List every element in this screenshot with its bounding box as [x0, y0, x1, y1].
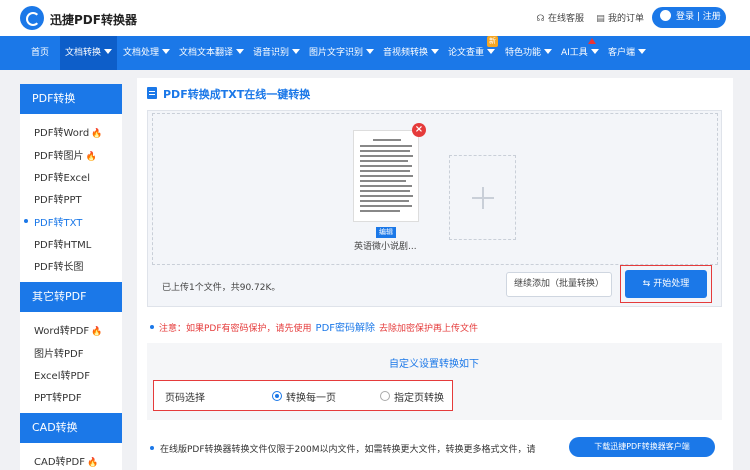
nav-doc-convert[interactable]: 文档转换 — [60, 36, 118, 70]
convert-all-pages-label[interactable]: 转换每一页 — [286, 389, 336, 404]
sidebar-item-label: PDF转Word — [34, 128, 90, 139]
nav-plagiarism-label: 论文查重 — [448, 48, 485, 58]
nav-client-label: 客户端 — [608, 48, 636, 58]
nav-ocr-label: 图片文字识别 — [309, 48, 364, 58]
start-process-button[interactable]: ⇆ 开始处理 — [625, 270, 707, 298]
chevron-down-icon — [162, 49, 171, 54]
sidebar-item-pdf-to-excel[interactable]: PDF转Excel — [34, 169, 90, 184]
remove-file-icon[interactable]: × — [412, 123, 426, 137]
nav-speech[interactable]: 语音识别 — [250, 36, 303, 70]
brand-name[interactable]: 迅捷PDF转换器 — [50, 11, 137, 28]
sidebar-item-pdf-to-html[interactable]: PDF转HTML — [34, 236, 91, 251]
nav-speech-label: 语音识别 — [253, 48, 290, 58]
main-nav: 首页 文档转换 文档处理 文档文本翻译 语音识别 图片文字识别 音视频转换 论文… — [0, 36, 750, 70]
sidebar-item-ppt-to-pdf[interactable]: PPT转PDF — [34, 389, 82, 404]
page-select-label: 页码选择 — [165, 393, 205, 404]
nav-home[interactable]: 首页 — [28, 36, 52, 70]
sidebar-item-pdf-to-ppt[interactable]: PDF转PPT — [34, 191, 82, 206]
size-limit-text: 在线版PDF转换器转换文件仅限于200M以内文件，如需转换更大文件，转换更多格式… — [160, 445, 536, 455]
my-orders-label: 我的订单 — [608, 14, 645, 24]
sidebar-section-pdf-convert[interactable]: PDF转换 — [20, 84, 122, 114]
sidebar-section-cad[interactable]: CAD转换 — [20, 413, 122, 443]
chevron-down-icon — [487, 49, 496, 54]
top-bar: 迅捷PDF转换器 ☊ 在线客服 ▤ 我的订单 登录 | 注册 — [0, 0, 750, 36]
page-title: PDF转换成TXT在线一键转换 — [163, 88, 311, 101]
sidebar-item-label: PDF转图片 — [34, 151, 84, 162]
download-client-button[interactable]: 下载迅捷PDF转换器客户端 — [569, 437, 715, 457]
bullet-dot-icon — [150, 325, 154, 329]
hot-marker-icon — [588, 38, 596, 44]
document-icon — [147, 87, 157, 99]
sidebar-item-pdf-to-word[interactable]: PDF转Word 🔥 — [34, 124, 102, 139]
chevron-down-icon — [638, 49, 647, 54]
convert-icon: ⇆ — [642, 279, 654, 289]
fire-icon: 🔥 — [87, 458, 99, 468]
nav-translate[interactable]: 文档文本翻译 — [176, 36, 247, 70]
fire-icon: 🔥 — [91, 129, 103, 139]
online-service-link[interactable]: ☊ 在线客服 — [535, 11, 585, 24]
specific-pages-label[interactable]: 指定页转换 — [394, 389, 444, 404]
my-orders-link[interactable]: ▤ 我的订单 — [595, 11, 644, 24]
fire-icon: 🔥 — [85, 152, 97, 162]
new-badge: 新 — [487, 36, 498, 47]
drop-zone[interactable] — [152, 113, 718, 265]
file-name: 英语微小说剧... — [354, 242, 417, 252]
chevron-down-icon — [431, 49, 440, 54]
file-thumbnail[interactable] — [353, 130, 419, 222]
settings-title: 自定义设置转换如下 — [389, 359, 479, 370]
sidebar-section-to-pdf[interactable]: 其它转PDF — [20, 282, 122, 312]
orders-icon: ▤ — [596, 14, 605, 24]
sidebar-item-label: Word转PDF — [34, 326, 90, 337]
chevron-down-icon — [366, 49, 375, 54]
nav-doc-process[interactable]: 文档处理 — [120, 36, 173, 70]
nav-features[interactable]: 特色功能 — [502, 36, 555, 70]
chevron-down-icon — [104, 49, 113, 54]
note-suffix: 去除加密保护再上传文件 — [379, 324, 479, 334]
upload-summary: 已上传1个文件，共90.72K。 — [162, 283, 281, 293]
nav-doc-convert-label: 文档转换 — [65, 48, 102, 58]
chevron-down-icon — [292, 49, 301, 54]
fire-icon: 🔥 — [91, 327, 103, 337]
nav-ai-tools-label: AI工具 — [561, 48, 588, 58]
bullet-dot-icon — [150, 446, 154, 450]
nav-translate-label: 文档文本翻译 — [179, 48, 234, 58]
size-limit-note: 在线版PDF转换器转换文件仅限于200M以内文件，如需转换更大文件，转换更多格式… — [150, 442, 535, 455]
add-file-button[interactable] — [449, 155, 516, 240]
nav-home-label: 首页 — [31, 48, 50, 58]
add-more-button[interactable]: 继续添加（批量转换） — [506, 272, 612, 297]
login-label: 登录 | 注册 — [676, 12, 721, 22]
user-icon — [660, 10, 671, 21]
nav-client[interactable]: 客户端 — [605, 36, 649, 70]
nav-av-convert-label: 音视频转换 — [383, 48, 429, 58]
note-prefix: 注意：如果PDF有密码保护，请先使用 — [159, 324, 312, 334]
online-service-label: 在线客服 — [548, 14, 585, 24]
chevron-down-icon — [590, 49, 599, 54]
chevron-down-icon — [544, 49, 553, 54]
active-dot-icon — [24, 219, 28, 223]
sidebar-item-word-to-pdf[interactable]: Word转PDF 🔥 — [34, 322, 102, 337]
sidebar-item-pdf-to-txt[interactable]: PDF转TXT — [24, 214, 83, 229]
sidebar-item-label: CAD转PDF — [34, 457, 86, 468]
sidebar-item-pdf-to-image[interactable]: PDF转图片 🔥 — [34, 147, 97, 162]
nav-features-label: 特色功能 — [505, 48, 542, 58]
edit-file-button[interactable]: 编辑 — [376, 227, 396, 238]
sidebar-item-pdf-to-long-image[interactable]: PDF转长图 — [34, 258, 83, 273]
logo-icon[interactable] — [20, 6, 44, 30]
radio-convert-all-pages[interactable] — [272, 391, 282, 401]
nav-ocr[interactable]: 图片文字识别 — [306, 36, 377, 70]
sidebar-item-cad-to-pdf[interactable]: CAD转PDF 🔥 — [34, 453, 98, 468]
pdf-password-remove-link[interactable]: PDF密码解除 — [316, 323, 375, 334]
nav-av-convert[interactable]: 音视频转换 — [380, 36, 442, 70]
sidebar-item-label: PDF转TXT — [34, 218, 83, 229]
start-process-label: 开始处理 — [653, 279, 690, 289]
radio-specific-pages[interactable] — [380, 391, 390, 401]
chevron-down-icon — [236, 49, 245, 54]
password-note: 注意：如果PDF有密码保护，请先使用 PDF密码解除 去除加密保护再上传文件 — [150, 319, 478, 334]
login-button[interactable]: 登录 | 注册 — [652, 7, 726, 28]
nav-doc-process-label: 文档处理 — [123, 48, 160, 58]
headset-icon: ☊ — [536, 14, 545, 24]
sidebar: PDF转换 PDF转Word 🔥 PDF转图片 🔥 PDF转Excel PDF转PP… — [20, 84, 122, 470]
